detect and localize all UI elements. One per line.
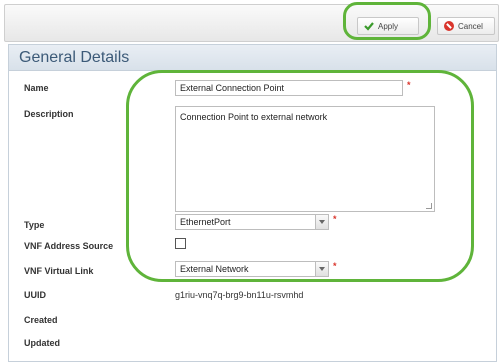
vnf-virtual-link-label: VNF Virtual Link — [24, 266, 94, 276]
updated-label: Updated — [24, 338, 60, 348]
type-label: Type — [24, 220, 45, 230]
uuid-label: UUID — [24, 290, 46, 300]
cancel-button[interactable]: Cancel — [437, 17, 495, 35]
fields-highlight-circle — [126, 70, 474, 282]
cancel-label: Cancel — [458, 21, 483, 31]
created-label: Created — [24, 315, 58, 325]
cancel-icon — [444, 21, 454, 31]
name-label: Name — [24, 83, 49, 93]
uuid-value: g1riu-vnq7q-brg9-bn11u-rsvmhd — [175, 290, 304, 300]
apply-highlight-circle — [343, 2, 431, 40]
panel-title: General Details — [9, 45, 496, 71]
description-label: Description — [24, 109, 74, 119]
vnf-address-source-label: VNF Address Source — [24, 241, 114, 251]
